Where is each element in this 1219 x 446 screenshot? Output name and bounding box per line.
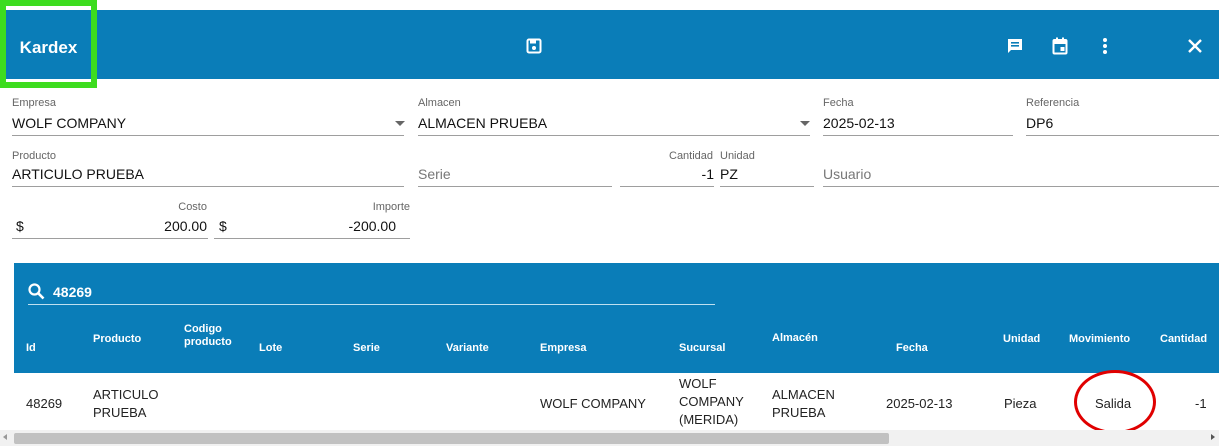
col-header-lote[interactable]: Lote (259, 342, 282, 355)
cantidad-input[interactable]: -1 (660, 166, 714, 182)
cell-sucursal: WOLF COMPANY (MERIDA) (679, 376, 744, 427)
col-header-almacen[interactable]: Almacén (772, 332, 818, 345)
cantidad-underline (620, 186, 714, 187)
page-title: Kardex (19, 38, 78, 57)
referencia-input[interactable]: DP6 (1026, 115, 1053, 131)
importe-currency: $ (219, 218, 227, 234)
fecha-label: Fecha (823, 97, 854, 109)
search-icon (28, 283, 45, 305)
producto-underline (12, 186, 404, 187)
more-vert-icon[interactable] (1096, 37, 1114, 55)
cell-almacen: ALMACEN PRUEBA (772, 387, 835, 420)
cell-unidad: Pieza (1004, 396, 1037, 411)
empresa-label: Empresa (12, 97, 57, 109)
unidad-underline (720, 186, 814, 187)
importe-label: Importe (372, 201, 410, 213)
almacen-select[interactable]: ALMACEN PRUEBA (418, 115, 547, 131)
fecha-input[interactable]: 2025-02-13 (823, 115, 895, 131)
col-header-id[interactable]: Id (26, 342, 36, 355)
calendar-icon[interactable] (1051, 37, 1069, 55)
usuario-input[interactable]: Usuario (823, 166, 871, 182)
chevron-down-icon[interactable] (395, 121, 405, 126)
col-header-sucursal[interactable]: Sucursal (679, 342, 725, 355)
kardex-table: 48269 Id Producto Codigo producto Lote S… (14, 263, 1219, 446)
producto-input[interactable]: ARTICULO PRUEBA (12, 166, 144, 182)
col-header-empresa[interactable]: Empresa (540, 342, 586, 355)
col-header-producto[interactable]: Producto (93, 333, 141, 346)
serie-input[interactable]: Serie (418, 166, 451, 182)
table-row[interactable]: 48269 ARTICULO PRUEBA WOLF COMPANY WOLF … (14, 373, 1219, 433)
fecha-underline (823, 135, 1013, 136)
costo-currency: $ (16, 218, 24, 234)
app-toolbar (0, 10, 1219, 79)
costo-underline (12, 238, 208, 239)
costo-label: Costo (178, 201, 207, 213)
search-input[interactable]: 48269 (53, 284, 92, 300)
col-header-movimiento[interactable]: Movimiento (1069, 333, 1130, 346)
empresa-select[interactable]: WOLF COMPANY (12, 115, 126, 131)
serie-underline (418, 186, 612, 187)
chevron-down-icon[interactable] (800, 121, 810, 126)
costo-input[interactable]: 200.00 (100, 218, 207, 234)
importe-underline (214, 238, 410, 239)
cantidad-label: Cantidad (669, 150, 714, 162)
importe-input[interactable]: -200.00 (300, 218, 396, 234)
message-icon[interactable] (1006, 37, 1024, 55)
close-icon[interactable] (1186, 37, 1204, 55)
title-highlight-box: Kardex (0, 0, 97, 88)
cell-cantidad: -1 (1195, 396, 1207, 411)
unidad-label: Unidad (720, 150, 755, 162)
referencia-label: Referencia (1026, 97, 1080, 109)
cell-producto: ARTICULO PRUEBA (93, 387, 159, 420)
almacen-label: Almacen (418, 97, 461, 109)
cell-id: 48269 (26, 396, 63, 411)
almacen-underline (418, 135, 810, 136)
col-header-unidad[interactable]: Unidad (1003, 333, 1040, 346)
col-header-variante[interactable]: Variante (446, 342, 489, 355)
annotation-circle (1074, 370, 1156, 434)
unidad-input[interactable]: PZ (720, 166, 738, 182)
scroll-left-icon[interactable] (3, 434, 7, 440)
scrollbar-thumb[interactable] (14, 433, 889, 444)
referencia-underline (1026, 135, 1219, 136)
empresa-underline (12, 135, 404, 136)
usuario-underline (823, 186, 1219, 187)
cell-empresa: WOLF COMPANY (540, 396, 646, 411)
col-header-serie[interactable]: Serie (353, 342, 380, 355)
col-header-cantidad[interactable]: Cantidad (1160, 333, 1207, 346)
search-underline (28, 304, 715, 305)
col-header-fecha[interactable]: Fecha (896, 342, 928, 355)
cell-fecha: 2025-02-13 (886, 396, 953, 411)
table-header: 48269 Id Producto Codigo producto Lote S… (14, 263, 1219, 373)
scroll-right-icon[interactable] (1211, 434, 1215, 440)
col-header-codigo-producto[interactable]: Codigo producto (184, 323, 244, 349)
producto-label: Producto (12, 150, 57, 162)
save-icon[interactable] (525, 37, 543, 55)
